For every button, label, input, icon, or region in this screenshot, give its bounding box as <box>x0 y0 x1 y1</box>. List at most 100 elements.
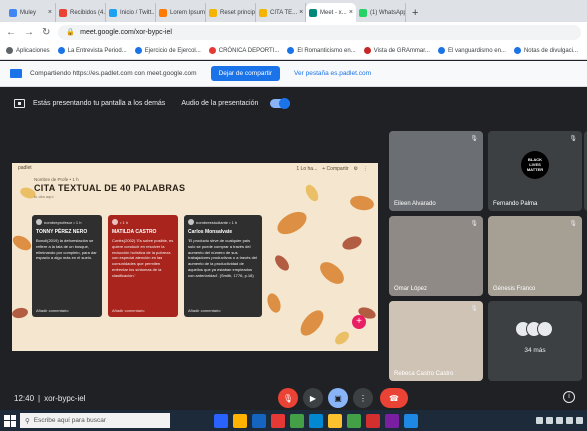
close-icon[interactable]: × <box>46 9 52 16</box>
browser-tab[interactable]: Lorem Ipsum× <box>156 3 206 22</box>
back-arrow-icon[interactable]: ← <box>6 27 16 38</box>
card-comment[interactable]: Añadir comentario <box>188 308 220 313</box>
browser-tab[interactable]: Recibidos (4...× <box>56 3 106 22</box>
avatar <box>188 219 194 225</box>
browser-tab[interactable]: Reset princip...× <box>206 3 256 22</box>
taskbar-app-icon[interactable] <box>233 413 247 428</box>
card-body: 'El producto sirve de cualquier país sol… <box>188 238 257 278</box>
present-screen-icon <box>14 99 25 108</box>
share-message: Compartiendo https://es.padlet.com con m… <box>30 70 197 77</box>
bookmark-label: El Romanticismo en... <box>297 47 356 54</box>
taskbar-app-icon[interactable] <box>252 413 266 428</box>
padlet-tool[interactable]: 1 Lo ha... <box>296 166 317 172</box>
browser-tab[interactable]: Meet - x... × <box>306 3 356 22</box>
bookmark-item[interactable]: El vanguardismo en... <box>437 47 506 54</box>
taskbar-app-icon[interactable] <box>328 413 342 428</box>
reload-icon[interactable]: ↻ <box>42 27 50 38</box>
card-body: Cortés(2002) 'Es sobre posible, es quier… <box>112 238 174 278</box>
participant-tile[interactable]: 🎙 Omar López <box>389 216 483 296</box>
windows-start-icon[interactable] <box>4 414 16 427</box>
bookmark-label: Notas de divulgaci... <box>523 47 578 54</box>
more-options-icon[interactable]: ⋮ <box>353 388 373 408</box>
system-tray <box>536 417 583 424</box>
taskbar-app-icon[interactable] <box>309 413 323 428</box>
bookmark-item[interactable]: Aplicaciones <box>6 47 50 54</box>
card-comment[interactable]: Añadir comentario <box>112 308 144 313</box>
bookmark-label: La Entrevista Period... <box>67 47 127 54</box>
new-tab-button[interactable]: + <box>406 3 424 22</box>
lock-icon: 🔒 <box>66 29 76 36</box>
bookmark-favicon-icon <box>134 47 142 54</box>
taskbar-search-placeholder: Escribe aquí para buscar <box>33 417 107 424</box>
card-title: Carlos Monsalvate <box>188 229 233 235</box>
close-icon[interactable]: × <box>297 9 303 16</box>
bookmark-item[interactable]: CRÓNICA DEPORTI... <box>208 47 280 54</box>
padlet-tool[interactable]: ⚙ <box>354 166 358 172</box>
padlet-header: Nombre de Profe • 1 h CITA TEXTUAL DE 40… <box>34 177 185 199</box>
black-lives-matter-avatar: BLACK LIVES MATTER <box>521 151 549 179</box>
switch-tab-button[interactable]: Ver pestaña es.padlet.com <box>288 66 377 81</box>
participant-tile[interactable]: 🎙 BLACK LIVES MATTER Fernando Palma <box>488 131 582 211</box>
bookmark-item[interactable]: Vista de GRAmmar... <box>363 47 430 54</box>
mic-off-icon[interactable]: 🎙 <box>278 388 298 408</box>
taskbar-apps <box>214 413 418 428</box>
mic-off-icon: 🎙 <box>470 221 478 227</box>
presenting-text: Estás presentando tu pantalla a los demá… <box>33 100 166 107</box>
padlet-tool[interactable]: ⋮ <box>363 166 368 172</box>
more-participants-tile[interactable]: 34 más <box>488 301 582 381</box>
info-icon[interactable]: i <box>563 391 575 403</box>
close-icon[interactable]: × <box>347 9 353 16</box>
forward-arrow-icon[interactable]: → <box>24 27 34 38</box>
browser-tab[interactable]: (1) WhatsApp× <box>356 3 406 22</box>
taskbar-search[interactable]: ⚲ Escribe aquí para buscar <box>20 413 170 428</box>
stop-sharing-button[interactable]: Dejar de compartir <box>210 66 281 81</box>
participant-name: Génesis Franco <box>493 286 536 292</box>
card-author: nombreestudiante • 1 h <box>196 219 238 225</box>
taskbar-app-icon[interactable] <box>366 413 380 428</box>
browser-tab[interactable]: CITA TE... × <box>256 3 306 22</box>
audio-toggle[interactable] <box>270 98 291 109</box>
participant-tile[interactable]: 🎙 Rebeca Castro Castro <box>389 301 483 381</box>
tab-label: Lorem Ipsum <box>170 9 206 16</box>
mic-off-icon: 🎙 <box>569 136 577 142</box>
card-comment[interactable]: Añadir comentario <box>36 308 68 313</box>
bookmark-label: CRÓNICA DEPORTI... <box>218 47 280 54</box>
padlet-card[interactable]: nombreestudiante • 1 h Carlos Monsalvate… <box>184 215 262 317</box>
meeting-info: 12:40 | xor-bypc-iel <box>14 393 86 403</box>
bookmark-favicon-icon <box>6 47 13 54</box>
participant-tile[interactable]: 🎙 Eileen Alvarado <box>389 131 483 211</box>
taskbar-app-icon[interactable] <box>404 413 418 428</box>
bookmark-item[interactable]: Ejercicio de Ejercol... <box>134 47 201 54</box>
bookmark-label: Vista de GRAmmar... <box>373 47 430 54</box>
tab-label: Recibidos (4... <box>70 9 106 16</box>
audio-label: Audio de la presentación <box>181 100 259 107</box>
tab-label: Muley <box>20 9 37 16</box>
taskbar-app-icon[interactable] <box>290 413 304 428</box>
mic-off-icon: 🎙 <box>470 136 478 142</box>
people-icon <box>515 321 553 337</box>
bookmark-item[interactable]: El Romanticismo en... <box>287 47 356 54</box>
taskbar-app-icon[interactable] <box>271 413 285 428</box>
tab-label: Meet - x... <box>320 9 347 16</box>
tab-favicon-icon <box>159 8 167 17</box>
padlet-card[interactable]: nombreprofesor • 1 h TONNY PÉREZ NERO Bo… <box>32 215 102 317</box>
padlet-card[interactable]: • 1 h MATILDA CASTRO Cortés(2002) 'Es so… <box>108 215 178 317</box>
bookmark-item[interactable]: La Entrevista Period... <box>57 47 127 54</box>
hang-up-icon[interactable]: ☎ <box>380 388 408 408</box>
cast-icon <box>10 69 22 78</box>
bookmark-favicon-icon <box>57 47 65 54</box>
tab-label: CITA TE... <box>270 9 298 16</box>
address-bar[interactable]: 🔒 meet.google.com/xor-bypc-iel <box>58 24 581 40</box>
taskbar-app-icon[interactable] <box>385 413 399 428</box>
padlet-tool[interactable]: + Compartir <box>322 166 348 172</box>
camera-icon[interactable]: ▶ <box>303 388 323 408</box>
taskbar-app-icon[interactable] <box>347 413 361 428</box>
participant-tile[interactable]: 🎙 Génesis Franco <box>488 216 582 296</box>
bookmark-label: El vanguardismo en... <box>447 47 506 54</box>
taskbar-app-icon[interactable] <box>214 413 228 428</box>
browser-tab[interactable]: Inicio / Twitt...× <box>106 3 156 22</box>
add-post-button[interactable]: + <box>352 315 366 329</box>
bookmark-item[interactable]: Notas de divulgaci... <box>513 47 578 54</box>
present-screen-icon[interactable]: ▣ <box>328 388 348 408</box>
browser-tab[interactable]: Muley × <box>6 3 56 22</box>
